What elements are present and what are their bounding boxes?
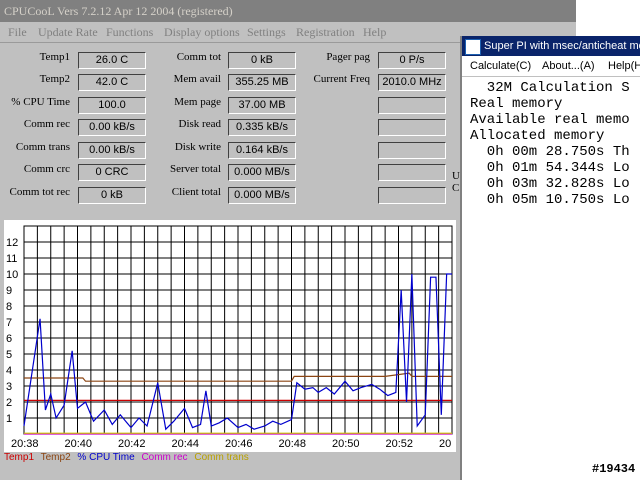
history-chart: 12345678910111220:38 20:40 20:42 20:44 20:46… [4, 220, 456, 452]
legend-temp1: Temp1 [4, 452, 35, 463]
value-temp2: 42.0 C [78, 74, 146, 91]
value-empty-slot [378, 142, 446, 159]
x-tick-label: 20:40 [65, 438, 93, 450]
menu-about[interactable]: About...(A) [542, 56, 595, 76]
superpi-menu-bar: Calculate(C) About...(A) Help(H) [462, 56, 640, 77]
menu-display-options[interactable]: Display options [164, 25, 240, 40]
legend-comm-trans: Comm trans [194, 452, 249, 463]
label-comm-crc: Comm crc [23, 163, 70, 175]
y-tick-label: 10 [6, 269, 18, 281]
value-server-total: 0.000 MB/s [228, 164, 296, 181]
label-current-freq: Current Freq [313, 73, 370, 85]
label-comm-tot: Comm tot [176, 51, 221, 63]
label-comm-trans: Comm trans [15, 141, 70, 153]
menu-functions[interactable]: Functions [106, 25, 153, 40]
y-tick-label: 1 [6, 413, 12, 425]
value-cpu-time: 100.0 [78, 97, 146, 114]
y-tick-label: 4 [6, 365, 12, 377]
clipped-label-fragment: C [452, 182, 460, 194]
legend-comm-rec: Comm rec [141, 452, 188, 463]
x-tick-label: 20:52 [386, 438, 414, 450]
value-disk-write: 0.164 kB/s [228, 142, 296, 159]
label-temp1: Temp1 [39, 51, 70, 63]
value-mem-page: 37.00 MB [228, 97, 296, 114]
log-line: 0h 05m 10.750s Lo [470, 192, 630, 208]
label-comm-tot-rec: Comm tot rec [9, 186, 71, 198]
label-cpu-time: % CPU Time [11, 96, 70, 108]
y-tick-label: 8 [6, 301, 12, 313]
label-mem-avail: Mem avail [173, 73, 221, 85]
value-mem-avail: 355.25 MB [228, 74, 296, 91]
label-server-total: Server total [169, 163, 221, 175]
x-tick-label: 20 [439, 438, 451, 450]
y-tick-label: 11 [6, 253, 17, 265]
menu-registration[interactable]: Registration [296, 25, 355, 40]
log-line: 0h 01m 54.344s Lo [470, 160, 630, 176]
value-comm-trans: 0.00 kB/s [78, 142, 146, 159]
y-tick-label: 3 [6, 381, 12, 393]
value-temp1: 26.0 C [78, 52, 146, 69]
log-line: Real memory [470, 96, 563, 112]
menu-settings[interactable]: Settings [247, 25, 286, 40]
value-comm-crc: 0 CRC [78, 164, 146, 181]
value-pager-pag: 0 P/s [378, 52, 446, 69]
value-current-freq: 2010.0 MHz [378, 74, 446, 91]
superpi-window: Super PI with msec/anticheat mod Calcula… [460, 36, 640, 480]
label-temp2: Temp2 [39, 73, 70, 85]
label-comm-rec: Comm rec [23, 118, 70, 130]
label-pager-pag: Pager pag [326, 51, 370, 63]
log-line: Allocated memory [470, 128, 605, 144]
value-empty-slot [378, 119, 446, 136]
x-tick-label: 20:44 [172, 438, 200, 450]
y-tick-label: 5 [6, 349, 12, 361]
watermark-label: #19434 [592, 462, 636, 476]
log-line: Available real memo [470, 112, 630, 128]
menu-update-rate[interactable]: Update Rate [38, 25, 98, 40]
superpi-title: Super PI with msec/anticheat mod [484, 40, 640, 52]
menu-file[interactable]: File [8, 25, 27, 40]
menu-pi-help[interactable]: Help(H) [608, 56, 640, 76]
log-line: 0h 00m 28.750s Th [470, 144, 630, 160]
value-empty-slot [378, 187, 446, 204]
legend-cpu-time: % CPU Time [77, 452, 135, 463]
value-comm-tot: 0 kB [228, 52, 296, 69]
pi-app-icon [465, 39, 481, 55]
chart-legend: Temp1 Temp2 % CPU Time Comm rec Comm tra… [4, 452, 456, 466]
superpi-title-bar[interactable]: Super PI with msec/anticheat mod [462, 36, 640, 56]
menu-help[interactable]: Help [363, 25, 386, 40]
y-tick-label: 6 [6, 333, 12, 345]
x-tick-label: 20:38 [11, 438, 39, 450]
value-empty-slot [378, 164, 446, 181]
x-tick-label: 20:50 [332, 438, 360, 450]
y-tick-label: 2 [6, 397, 12, 409]
cpucool-title-bar[interactable]: CPUCooL Vers 7.2.12 Apr 12 2004 (registe… [0, 0, 576, 22]
y-tick-label: 9 [6, 285, 12, 297]
value-comm-rec: 0.00 kB/s [78, 119, 146, 136]
label-disk-read: Disk read [178, 118, 221, 130]
value-empty-slot [378, 97, 446, 114]
x-tick-label: 20:48 [279, 438, 307, 450]
x-tick-label: 20:42 [118, 438, 146, 450]
menu-calculate[interactable]: Calculate(C) [470, 56, 531, 76]
value-comm-tot-rec: 0 kB [78, 187, 146, 204]
cpucool-title: CPUCooL Vers 7.2.12 Apr 12 2004 (registe… [4, 4, 233, 18]
log-line: 32M Calculation S [470, 80, 630, 96]
label-client-total: Client total [171, 186, 221, 198]
log-line: 0h 03m 32.828s Lo [470, 176, 630, 192]
clipped-label-fragment: U [452, 170, 460, 182]
label-disk-write: Disk write [174, 141, 221, 153]
legend-temp2: Temp2 [40, 452, 71, 463]
y-tick-label: 7 [6, 317, 12, 329]
superpi-log: 32M Calculation S Real memory Available re… [470, 80, 630, 208]
x-tick-label: 20:46 [225, 438, 253, 450]
y-tick-label: 12 [6, 237, 18, 249]
label-mem-page: Mem page [174, 96, 221, 108]
value-client-total: 0.000 MB/s [228, 187, 296, 204]
value-disk-read: 0.335 kB/s [228, 119, 296, 136]
